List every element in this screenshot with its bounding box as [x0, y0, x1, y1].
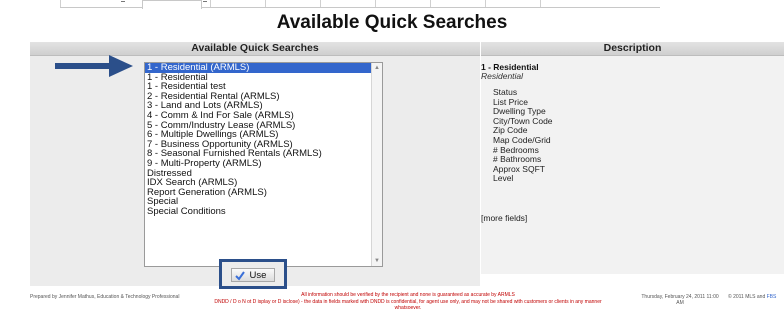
quick-search-item[interactable]: 3 - Land and Lots (ARMLS): [145, 101, 371, 111]
use-button-highlight: Use: [219, 259, 287, 289]
tab[interactable]: [540, 0, 541, 7]
footer-notice-line: DNDD / D o N ot D isplay or D isclose) -…: [214, 298, 602, 312]
quick-search-list[interactable]: 1 - Residential (ARMLS) 1 - Residential 1 …: [144, 62, 383, 267]
footer-prepared-by: Prepared by Jennifer Mathus, Education &…: [30, 294, 180, 300]
tab[interactable]: [320, 0, 321, 7]
footer-copyright-text: © 2011 MLS and: [728, 294, 766, 300]
quick-search-item[interactable]: Report Generation (ARMLS): [145, 188, 371, 198]
quick-search-header: Available Quick Searches: [30, 42, 480, 56]
quick-search-item[interactable]: 1 - Residential (ARMLS): [145, 63, 371, 73]
quick-search-item[interactable]: Special: [145, 197, 371, 207]
footer: Prepared by Jennifer Mathus, Education &…: [0, 292, 784, 316]
quick-search-item[interactable]: 4 - Comm & Ind For Sale (ARMLS): [145, 111, 371, 121]
footer-fbs-link[interactable]: FBS: [767, 294, 777, 300]
checkmark-icon: [235, 271, 245, 281]
footer-date: Thursday, February 24, 2011 11:00 AM: [641, 294, 719, 306]
use-button-label: Use: [249, 270, 267, 281]
footer-notice: All information should be verified by th…: [208, 292, 608, 312]
list-scrollbar[interactable]: ▲ ▼: [371, 63, 382, 266]
scroll-down-icon[interactable]: ▼: [372, 256, 382, 266]
quick-search-item[interactable]: Distressed: [145, 169, 371, 179]
tab[interactable]: [485, 0, 486, 7]
scroll-up-icon[interactable]: ▲: [372, 63, 382, 73]
tab[interactable]: [375, 0, 376, 7]
quick-search-panel: Available Quick Searches 1 - Residential…: [30, 42, 480, 286]
quick-search-item[interactable]: 5 - Comm/Industry Lease (ARMLS): [145, 121, 371, 131]
quick-search-items: 1 - Residential (ARMLS) 1 - Residential 1 …: [145, 63, 371, 217]
quick-search-item[interactable]: 9 - Multi-Property (ARMLS): [145, 159, 371, 169]
quick-search-item[interactable]: 2 - Residential Rental (ARMLS): [145, 92, 371, 102]
tab-strip: [60, 0, 660, 9]
description-panel: Description 1 - Residential Residential …: [481, 42, 784, 274]
quick-search-item[interactable]: Special Conditions: [145, 207, 371, 217]
more-fields-link[interactable]: [more fields]: [481, 213, 527, 223]
quick-search-item[interactable]: 8 - Seasonal Furnished Rentals (ARMLS): [145, 149, 371, 159]
footer-copyright: © 2011 MLS and FBS: [728, 294, 784, 300]
right-arrow-icon: [55, 55, 133, 77]
tab[interactable]: [265, 0, 266, 7]
description-fields: Status List Price Dwelling Type City/Town C…: [493, 87, 553, 184]
page-title: Available Quick Searches: [276, 12, 508, 33]
quick-search-item[interactable]: 1 - Residential test: [145, 82, 371, 92]
description-header: Description: [481, 42, 784, 56]
description-subtitle: Residential: [481, 71, 524, 81]
tab[interactable]: [210, 0, 211, 7]
description-field: Level: [493, 173, 514, 184]
tab-dash: [121, 1, 125, 2]
use-button[interactable]: Use: [231, 268, 275, 282]
tab-dash: [203, 1, 207, 2]
quick-search-item[interactable]: IDX Search (ARMLS): [145, 178, 371, 188]
tab-active[interactable]: [142, 0, 202, 9]
tab[interactable]: [430, 0, 431, 7]
quick-search-item[interactable]: 1 - Residential: [145, 73, 371, 83]
quick-search-item[interactable]: 6 - Multiple Dwellings (ARMLS): [145, 130, 371, 140]
top-tab-strip: [0, 0, 784, 12]
tab[interactable]: [60, 0, 61, 7]
quick-search-item[interactable]: 7 - Business Opportunity (ARMLS): [145, 140, 371, 150]
